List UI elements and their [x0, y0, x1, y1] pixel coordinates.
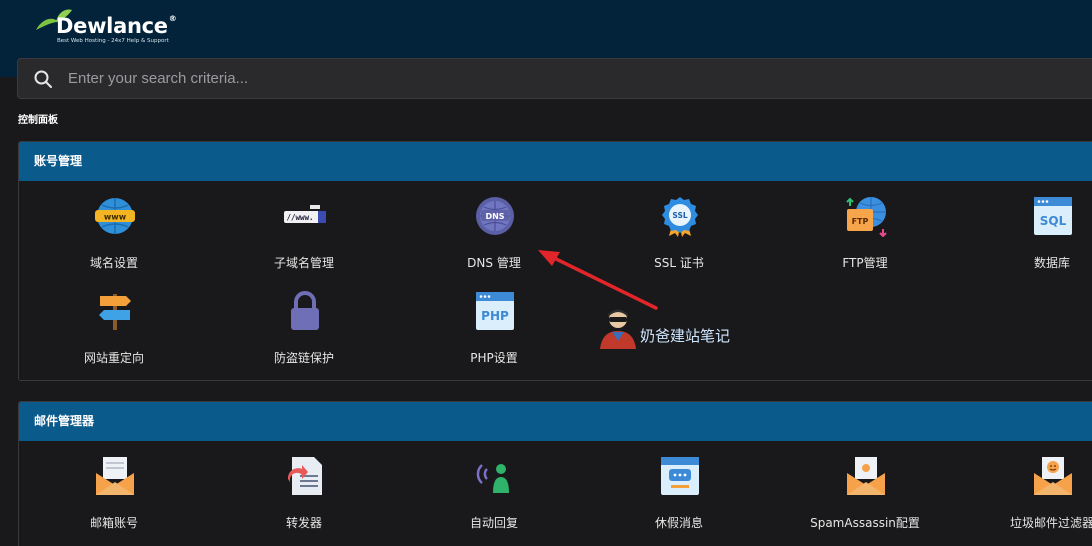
svg-text:FTP: FTP: [852, 217, 869, 226]
subdomain-icon: //www.: [284, 205, 326, 223]
svg-text:PHP: PHP: [481, 309, 509, 323]
tile-label: 数据库: [1033, 256, 1070, 270]
svg-text://www.: //www.: [286, 213, 313, 222]
search-icon[interactable]: [34, 70, 52, 88]
watermark-text: 奶爸建站笔记: [640, 327, 731, 345]
spam-filter-icon: [1034, 457, 1072, 495]
signpost-icon: [99, 294, 131, 330]
search-bar: [17, 58, 1092, 99]
breadcrumb: 控制面板: [18, 115, 58, 126]
annotation-arrow-icon: [538, 250, 658, 310]
tile-spamassassin[interactable]: SpamAssassin配置: [770, 442, 960, 532]
tile-hotlink-protection[interactable]: 防盗链保护: [209, 277, 399, 367]
tile-domain-settings[interactable]: www 域名设置: [19, 182, 209, 272]
forwarder-icon: [287, 457, 322, 495]
watermark: 奶爸建站笔记: [598, 305, 758, 349]
svg-text:SSL: SSL: [672, 211, 687, 220]
tile-vacation-message[interactable]: 休假消息: [584, 442, 774, 532]
tile-label: 邮箱账号: [89, 516, 138, 530]
tile-autoresponders[interactable]: 自动回复: [399, 442, 589, 532]
panel-title[interactable]: 账号管理: [19, 142, 1092, 181]
panel-title[interactable]: 邮件管理器: [19, 402, 1092, 441]
tile-subdomain-management[interactable]: //www. 子域名管理: [209, 182, 399, 272]
tile-spam-filters[interactable]: 垃圾邮件过滤器: [957, 442, 1092, 532]
tile-label: 转发器: [285, 516, 322, 530]
dewlance-logo[interactable]: Dewlance® Best Web Hosting - 24x7 Help &…: [34, 8, 184, 48]
autoreply-icon: [476, 464, 509, 493]
search-input[interactable]: [68, 59, 1068, 98]
svg-text:SQL: SQL: [1040, 214, 1067, 228]
sql-database-icon: SQL: [1034, 197, 1072, 235]
php-window-icon: PHP: [476, 292, 514, 330]
brand-tagline: Best Web Hosting - 24x7 Help & Support: [57, 38, 169, 44]
tile-forwarders[interactable]: 转发器: [209, 442, 399, 532]
tile-label: 网站重定向: [83, 351, 144, 365]
mail-account-icon: [96, 457, 134, 495]
tile-label: FTP管理: [842, 256, 888, 270]
tile-label: 垃圾邮件过滤器: [1009, 516, 1092, 530]
tile-label: 域名设置: [89, 256, 138, 270]
svg-text:DNS: DNS: [485, 212, 504, 221]
www-globe-icon: www: [95, 198, 135, 234]
tile-email-accounts[interactable]: 邮箱账号: [19, 442, 209, 532]
tile-label: 子域名管理: [273, 256, 334, 270]
svg-text:www: www: [104, 213, 127, 222]
vacation-message-icon: [661, 457, 699, 495]
dns-globe-icon: DNS: [476, 197, 514, 235]
tile-label: 休假消息: [654, 516, 703, 530]
avatar-icon: [600, 309, 636, 349]
brand-name: Dewlance®: [56, 14, 177, 38]
spam-envelope-icon: [847, 457, 885, 495]
tile-website-redirect[interactable]: 网站重定向: [19, 277, 209, 367]
tile-label: PHP设置: [470, 351, 518, 365]
tile-label: 自动回复: [469, 516, 518, 530]
padlock-icon: [291, 291, 319, 330]
tile-label: SpamAssassin配置: [810, 516, 920, 530]
tile-database[interactable]: SQL 数据库: [957, 182, 1092, 272]
ssl-badge-icon: SSL: [662, 197, 698, 237]
tile-ftp-management[interactable]: FTP FTP管理: [770, 182, 960, 272]
email-manager-panel: 邮件管理器 邮箱账号 转发器 自动回复 休假消息 SpamAssassin配置 …: [18, 401, 1092, 546]
ftp-icon: FTP: [846, 197, 887, 237]
tile-label: 防盗链保护: [273, 351, 334, 365]
